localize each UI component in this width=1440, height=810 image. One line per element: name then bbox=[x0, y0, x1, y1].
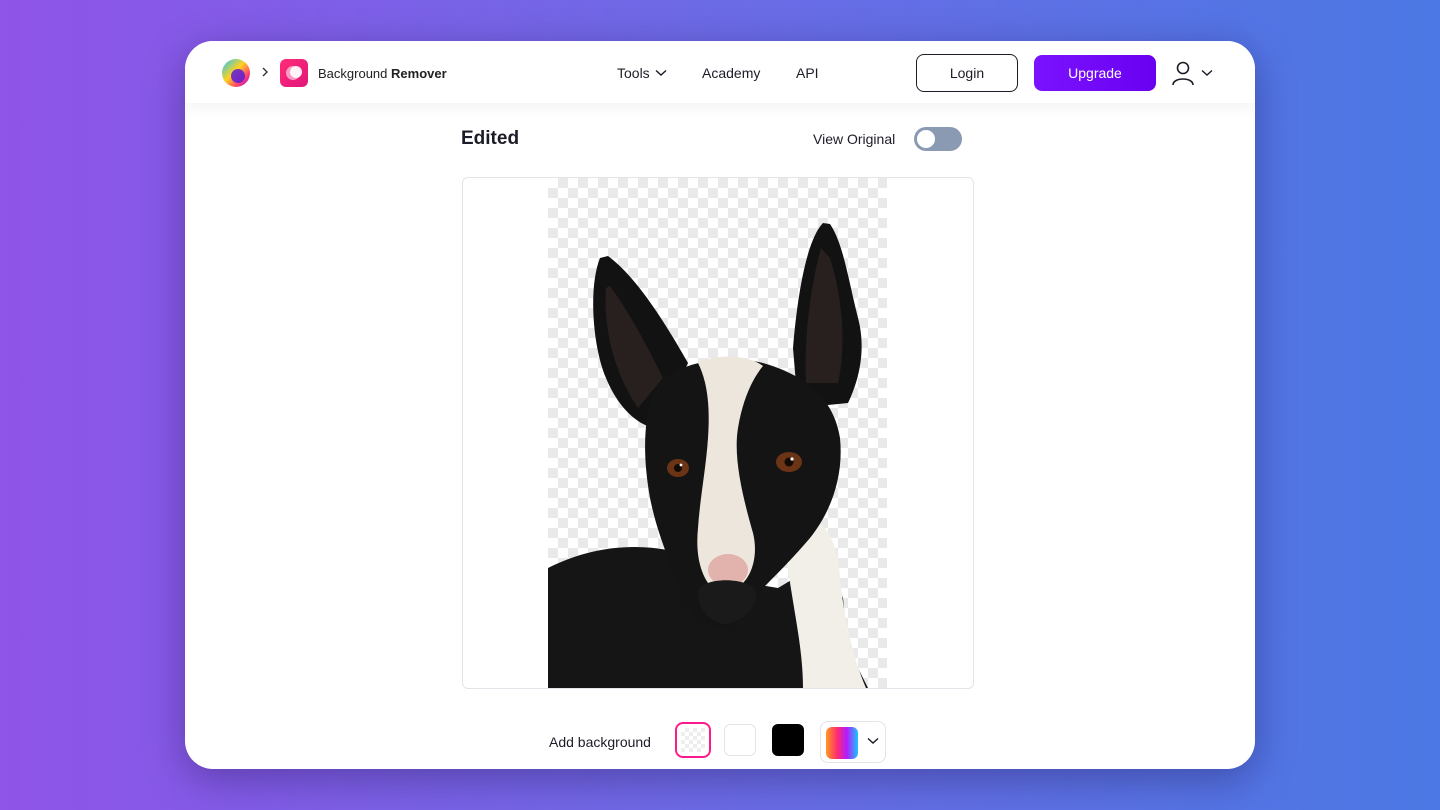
background-remover-icon[interactable] bbox=[280, 59, 308, 87]
app-window: Background Remover Tools Academy API Log… bbox=[185, 41, 1255, 769]
gradient-swatch bbox=[826, 727, 858, 759]
nav-tools[interactable]: Tools bbox=[617, 65, 667, 81]
user-icon bbox=[1172, 61, 1194, 86]
app-name[interactable]: Background Remover bbox=[318, 66, 447, 81]
swatch-transparent[interactable] bbox=[675, 722, 711, 758]
upgrade-button[interactable]: Upgrade bbox=[1034, 55, 1156, 91]
chevron-down-icon bbox=[655, 69, 667, 76]
swatch-black[interactable] bbox=[772, 724, 804, 756]
user-menu[interactable] bbox=[1171, 59, 1217, 87]
add-background-label: Add background bbox=[549, 734, 651, 750]
nav-api[interactable]: API bbox=[796, 65, 819, 81]
swatch-white[interactable] bbox=[724, 724, 756, 756]
view-original-toggle[interactable] bbox=[914, 127, 962, 151]
app-name-regular: Background bbox=[318, 66, 388, 81]
image-preview bbox=[462, 177, 974, 689]
brand-logo-icon[interactable] bbox=[221, 58, 251, 88]
toggle-knob bbox=[917, 130, 935, 148]
breadcrumb-chevron-icon bbox=[262, 67, 268, 77]
nav-academy[interactable]: Academy bbox=[702, 65, 760, 81]
chevron-down-icon bbox=[867, 737, 879, 744]
top-nav-bar: Background Remover Tools Academy API Log… bbox=[185, 41, 1255, 103]
nav-tools-label: Tools bbox=[617, 65, 650, 81]
login-button[interactable]: Login bbox=[916, 54, 1018, 92]
transparent-pattern bbox=[681, 728, 705, 752]
view-original-label: View Original bbox=[813, 131, 896, 147]
page-title: Edited bbox=[461, 128, 520, 149]
more-colors-dropdown[interactable] bbox=[820, 721, 886, 763]
app-name-bold: Remover bbox=[391, 66, 447, 81]
dog-cutout-image bbox=[548, 223, 868, 688]
chevron-down-icon bbox=[1201, 69, 1213, 76]
